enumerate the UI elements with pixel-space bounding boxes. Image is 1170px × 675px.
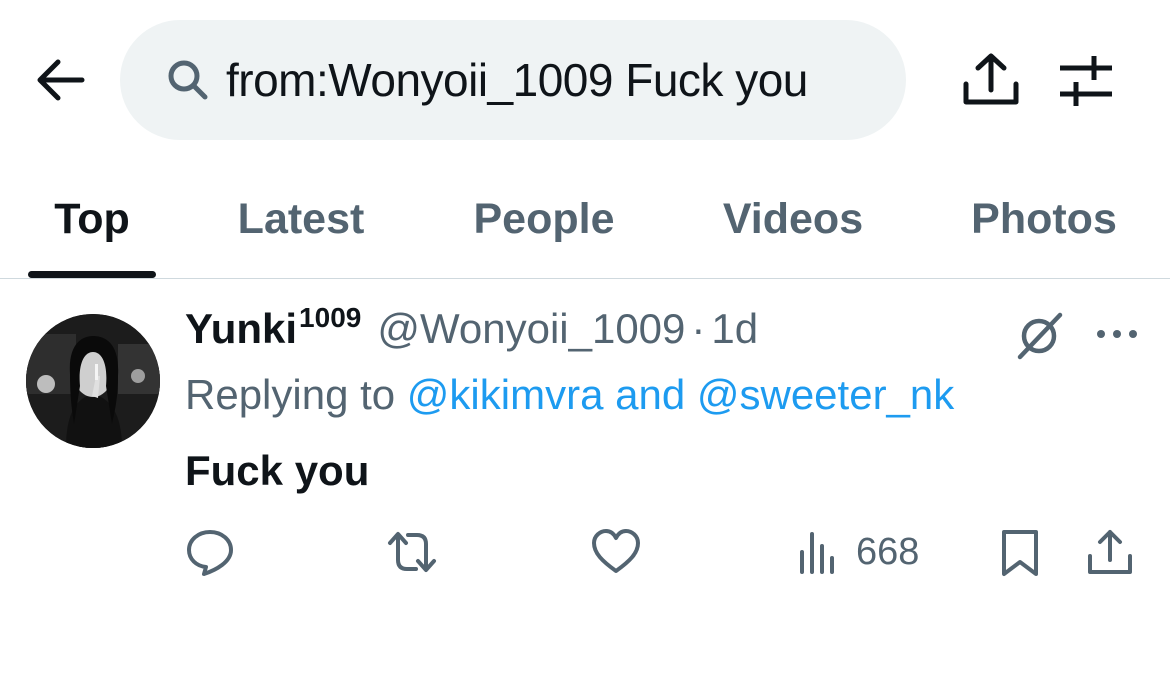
grok-icon [1017, 312, 1063, 360]
search-query[interactable]: from:Wonyoii_1009 Fuck you [226, 53, 808, 107]
search-icon [168, 60, 208, 100]
tab-videos[interactable]: Videos [706, 160, 880, 278]
tab-latest[interactable]: Latest [220, 160, 382, 278]
back-button[interactable] [30, 50, 90, 110]
separator-dot: · [691, 305, 706, 352]
views-count: 668 [856, 530, 920, 573]
share-icon [1088, 530, 1132, 574]
like-button[interactable] [590, 524, 642, 580]
share-icon [963, 53, 1019, 105]
search-filters-button[interactable] [1054, 50, 1118, 110]
tweet-header: Yunki 1009 @Wonyoii_1009 · 1d [185, 302, 758, 365]
tweet[interactable]: Yunki 1009 @Wonyoii_1009 · 1d Replying t… [0, 279, 1170, 675]
user-handle[interactable]: @Wonyoii_1009 [377, 305, 685, 353]
sliders-icon [1060, 56, 1112, 106]
retweet-icon [388, 532, 436, 572]
avatar-photo [26, 314, 160, 448]
avatar[interactable] [26, 314, 160, 448]
active-tab-indicator [28, 271, 156, 278]
display-name-superscript: 1009 [299, 302, 362, 333]
heart-icon [592, 529, 640, 573]
display-name[interactable]: Yunki [185, 305, 297, 353]
arrow-left-icon [37, 59, 85, 101]
mention-link[interactable]: @kikimvra [407, 371, 604, 418]
replying-to: Replying to @kikimvra and @sweeter_nk [185, 371, 954, 419]
share-search-button[interactable] [958, 50, 1024, 110]
share-tweet-button[interactable] [1084, 524, 1136, 580]
tab-people[interactable]: People [456, 160, 632, 278]
tweet-text: Fuck you [185, 447, 370, 494]
bookmark-button[interactable] [994, 524, 1046, 580]
more-options-button[interactable] [1094, 317, 1140, 351]
mention-joiner: and [615, 371, 686, 418]
tweet-time[interactable]: 1d [711, 305, 758, 353]
more-dots-icon [1097, 330, 1137, 338]
replying-prefix: Replying to [185, 371, 396, 418]
bookmark-icon [1002, 530, 1038, 576]
top-bar: from:Wonyoii_1009 Fuck you [0, 0, 1170, 160]
tab-top[interactable]: Top [28, 160, 156, 278]
reply-icon [187, 530, 233, 576]
mention-link[interactable]: @sweeter_nk [697, 371, 954, 418]
search-bar[interactable]: from:Wonyoii_1009 Fuck you [120, 20, 906, 140]
tab-photos[interactable]: Photos [956, 160, 1132, 278]
views-button[interactable]: 668 [794, 524, 919, 580]
retweet-button[interactable] [386, 524, 438, 580]
reply-button[interactable] [184, 524, 236, 580]
search-tabs: Top Latest People Videos Photos [0, 160, 1170, 279]
views-icon [800, 532, 834, 574]
grok-button[interactable] [1012, 309, 1066, 363]
